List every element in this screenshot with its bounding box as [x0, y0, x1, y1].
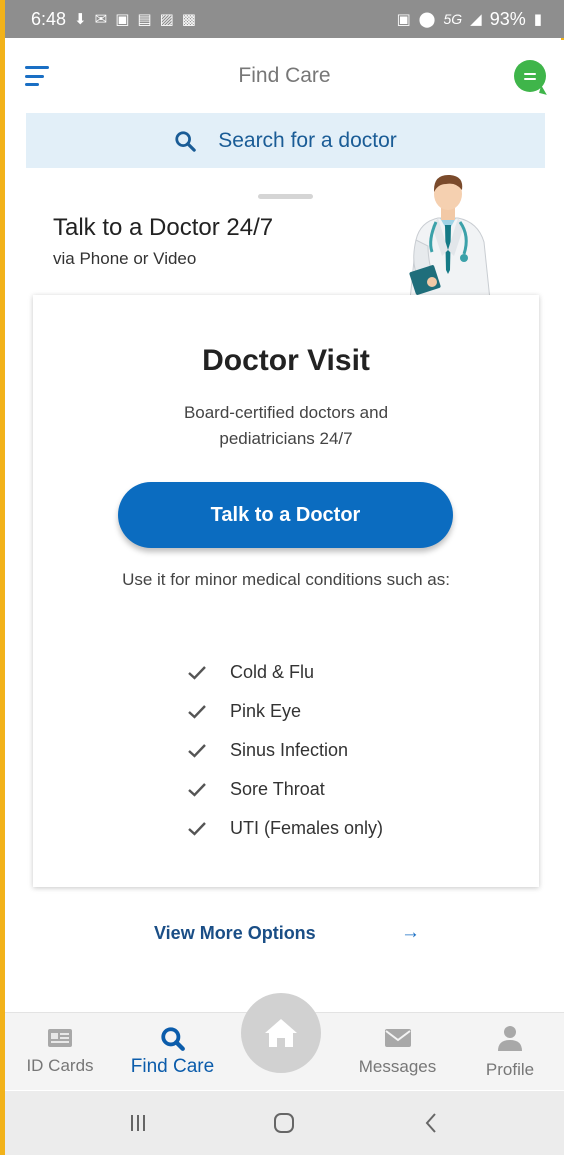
check-icon — [188, 665, 206, 680]
recent-apps-button[interactable] — [118, 1103, 158, 1143]
message-icon: ▤ — [137, 11, 152, 28]
card-title: Doctor Visit — [202, 344, 370, 377]
search-placeholder: Search for a doctor — [218, 128, 397, 152]
view-more-label: View More Options — [154, 922, 316, 943]
nav-profile[interactable]: Profile — [470, 1013, 550, 1091]
drag-handle[interactable] — [258, 194, 313, 199]
use-instructions: Use it for minor medical conditions such… — [122, 570, 450, 589]
nav-label: ID Cards — [26, 1056, 94, 1075]
section-title: Talk to a Doctor 24/7 — [53, 214, 274, 241]
nav-label: Find Care — [130, 1056, 215, 1077]
chat-icon[interactable] — [514, 60, 546, 92]
nav-find-care[interactable]: Find Care — [120, 1013, 225, 1091]
person-icon — [498, 1026, 522, 1051]
condition-label: Cold & Flu — [230, 662, 315, 682]
condition-item: Sore Throat — [188, 770, 383, 809]
id-card-icon — [48, 1029, 72, 1047]
talk-to-doctor-button[interactable]: Talk to a Doctor — [118, 482, 453, 548]
condition-item: Pink Eye — [188, 692, 383, 731]
nav-label: Profile — [485, 1060, 535, 1079]
home-system-button[interactable] — [264, 1103, 304, 1143]
menu-icon[interactable] — [25, 66, 49, 86]
lock-icon: ▣ — [396, 11, 411, 28]
page-title: Find Care — [238, 64, 331, 87]
nav-messages[interactable]: Messages — [345, 1013, 450, 1091]
screenshot-frame — [0, 0, 5, 1155]
app-header: Find Care — [5, 38, 564, 114]
check-icon — [188, 743, 206, 758]
battery-icon: ▮ — [533, 11, 542, 28]
battery-level: 93% — [489, 8, 526, 29]
condition-label: Sinus Infection — [230, 740, 349, 760]
condition-label: Sore Throat — [230, 779, 325, 799]
status-left: 6:48 ⬇ ✉ ▣ ▤ ▨ ▩ — [31, 9, 196, 30]
network-label: 5G — [443, 11, 463, 27]
condition-item: Cold & Flu — [188, 653, 383, 692]
condition-label: UTI (Females only) — [230, 818, 384, 838]
doctor-visit-card: Doctor Visit Board-certified doctors and… — [33, 295, 539, 887]
system-navigation-bar — [5, 1091, 564, 1155]
mail-icon: ✉ — [94, 11, 108, 28]
condition-label: Pink Eye — [230, 701, 302, 721]
inbox-icon: ▨ — [159, 11, 174, 28]
nav-label: Messages — [358, 1057, 437, 1076]
search-icon — [175, 130, 196, 152]
notification-icon: ▣ — [115, 11, 130, 28]
signal-icon: ◢ — [470, 11, 482, 28]
arrow-right-icon: → — [401, 922, 420, 943]
check-icon — [188, 821, 206, 836]
nav-home-button[interactable] — [241, 993, 321, 1073]
conditions-list: Cold & Flu Pink Eye Sinus Infection Sore… — [188, 653, 383, 848]
status-bar: 6:48 ⬇ ✉ ▣ ▤ ▨ ▩ ▣ ⬤ 5G ◢ 93% ▮ — [5, 0, 564, 38]
card-description: Board-certified doctors and pediatrician… — [183, 403, 389, 448]
check-icon — [188, 704, 206, 719]
back-icon — [425, 1113, 436, 1133]
doctor-illustration — [409, 174, 491, 300]
envelope-icon — [384, 1029, 411, 1047]
recent-apps-icon — [131, 1115, 146, 1131]
search-icon — [160, 1027, 185, 1051]
status-right: ▣ ⬤ 5G ◢ 93% ▮ — [396, 9, 542, 30]
home-icon — [265, 1019, 297, 1047]
home-system-icon — [274, 1113, 295, 1133]
location-icon: ⬤ — [418, 11, 436, 28]
view-more-options-link[interactable]: View More Options → — [154, 919, 420, 947]
status-time: 6:48 — [31, 8, 67, 29]
download-icon: ⬇ — [74, 11, 87, 28]
gallery-icon: ▩ — [181, 11, 196, 28]
back-button[interactable] — [411, 1103, 451, 1143]
check-icon — [188, 782, 206, 797]
condition-item: UTI (Females only) — [188, 809, 383, 848]
nav-id-cards[interactable]: ID Cards — [15, 1013, 105, 1091]
section-subtitle: via Phone or Video — [53, 249, 197, 268]
condition-item: Sinus Infection — [188, 731, 383, 770]
search-bar[interactable]: Search for a doctor — [26, 113, 545, 168]
